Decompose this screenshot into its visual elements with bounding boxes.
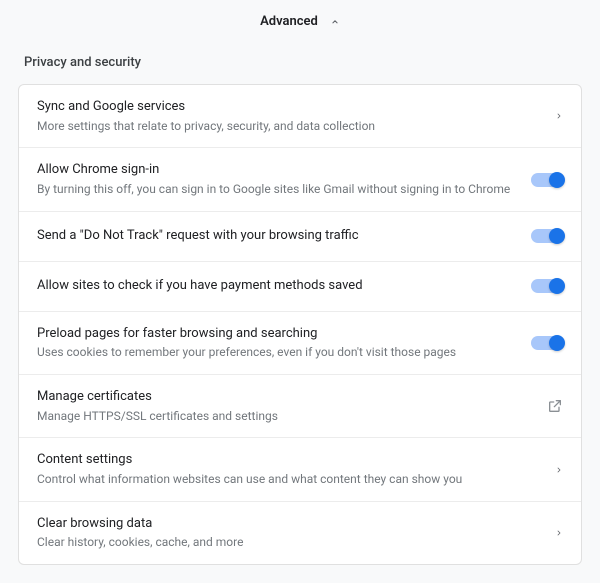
row-text: Clear browsing data Clear history, cooki… <box>37 515 555 551</box>
row-title: Clear browsing data <box>37 515 543 533</box>
row-title: Send a "Do Not Track" request with your … <box>37 227 519 245</box>
row-allow-chrome-signin: Allow Chrome sign-in By turning this off… <box>19 148 581 211</box>
row-do-not-track: Send a "Do Not Track" request with your … <box>19 212 581 262</box>
row-title: Preload pages for faster browsing and se… <box>37 325 519 343</box>
row-subtitle: Uses cookies to remember your preference… <box>37 344 519 361</box>
row-title: Allow sites to check if you have payment… <box>37 277 519 295</box>
chevron-up-icon <box>330 17 340 27</box>
row-subtitle: More settings that relate to privacy, se… <box>37 118 543 135</box>
row-title: Allow Chrome sign-in <box>37 161 519 179</box>
row-text: Manage certificates Manage HTTPS/SSL cer… <box>37 388 547 424</box>
row-text: Sync and Google services More settings t… <box>37 98 555 134</box>
row-preload-pages: Preload pages for faster browsing and se… <box>19 312 581 375</box>
row-content-settings[interactable]: Content settings Control what informatio… <box>19 438 581 501</box>
row-action <box>555 464 563 476</box>
row-subtitle: Clear history, cookies, cache, and more <box>37 534 543 551</box>
advanced-toggle[interactable]: Advanced <box>0 0 600 39</box>
row-title: Manage certificates <box>37 388 535 406</box>
toggle-preload-pages[interactable] <box>531 336 563 350</box>
section-title-privacy: Privacy and security <box>0 39 600 84</box>
toggle-payment-methods[interactable] <box>531 279 563 293</box>
row-text: Content settings Control what informatio… <box>37 451 555 487</box>
row-action <box>531 173 563 187</box>
row-payment-methods: Allow sites to check if you have payment… <box>19 262 581 312</box>
advanced-label: Advanced <box>260 14 318 29</box>
row-action <box>555 110 563 122</box>
row-text: Allow Chrome sign-in By turning this off… <box>37 161 531 197</box>
chevron-right-icon <box>555 464 563 476</box>
row-subtitle: By turning this off, you can sign in to … <box>37 181 519 198</box>
row-title: Content settings <box>37 451 543 469</box>
row-text: Allow sites to check if you have payment… <box>37 277 531 295</box>
row-action <box>531 279 563 293</box>
open-external-icon <box>547 398 563 414</box>
chevron-right-icon <box>555 527 563 539</box>
row-action <box>531 336 563 350</box>
toggle-allow-chrome-signin[interactable] <box>531 173 563 187</box>
row-action <box>547 398 563 414</box>
row-action <box>531 229 563 243</box>
row-clear-browsing-data[interactable]: Clear browsing data Clear history, cooki… <box>19 502 581 564</box>
privacy-security-card: Sync and Google services More settings t… <box>18 84 582 565</box>
row-action <box>555 527 563 539</box>
toggle-do-not-track[interactable] <box>531 229 563 243</box>
row-subtitle: Control what information websites can us… <box>37 471 543 488</box>
row-subtitle: Manage HTTPS/SSL certificates and settin… <box>37 408 535 425</box>
row-sync-google-services[interactable]: Sync and Google services More settings t… <box>19 85 581 148</box>
row-manage-certificates[interactable]: Manage certificates Manage HTTPS/SSL cer… <box>19 375 581 438</box>
row-text: Send a "Do Not Track" request with your … <box>37 227 531 245</box>
chevron-right-icon <box>555 110 563 122</box>
row-title: Sync and Google services <box>37 98 543 116</box>
row-text: Preload pages for faster browsing and se… <box>37 325 531 361</box>
